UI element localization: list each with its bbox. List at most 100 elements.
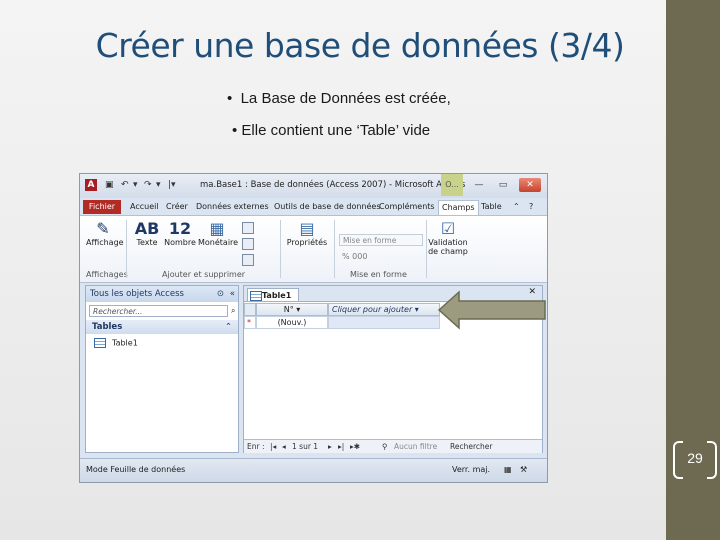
more-fields-icon[interactable] [242, 254, 254, 266]
column-header-label: N° [283, 305, 294, 314]
validation-icon: ☑ [440, 219, 456, 238]
title-bar: A ▣ ↶ ▾ ↷ ▾ |▾ ma.Base1 : Base de donnée… [80, 174, 547, 198]
view-button[interactable]: ✎ Affichage [86, 219, 124, 248]
column-header-label: Cliquer pour ajouter [332, 305, 413, 314]
properties-button[interactable]: ▤ Propriétés [284, 219, 330, 248]
undo-dropdown-icon[interactable]: ▾ [133, 180, 138, 190]
nav-section-tables[interactable]: Tables ⌃ [86, 320, 238, 334]
view-icon: ✎ [96, 219, 110, 238]
validation-button[interactable]: ☑ Validation de champ [428, 219, 468, 257]
record-navigation: Enr : |◂ ◂ 1 sur 1 ▸ ▸| ▸✱ ⚲ Aucun filtr… [244, 439, 542, 453]
status-capslock: Verr. maj. [452, 465, 491, 474]
status-bar: Mode Feuille de données Verr. maj. ▦ ⚒ [80, 458, 547, 482]
select-all-cell[interactable] [244, 303, 256, 316]
ribbon-separator [126, 220, 127, 278]
filter-status[interactable]: Aucun filtre [394, 440, 437, 453]
sort-dropdown-icon[interactable]: ▾ [296, 305, 300, 314]
navigation-pane: Tous les objets Access ⊙ « Rechercher...… [85, 285, 239, 453]
bullet-2: • Elle contient une ‘Table’ vide [232, 122, 431, 139]
last-record-icon[interactable]: ▸| [338, 440, 344, 453]
yesno-field-icon[interactable] [242, 238, 254, 250]
nav-item-table1[interactable]: Table1 [94, 338, 138, 349]
page-number-text: 29 [687, 450, 703, 466]
tab-creer[interactable]: Créer [163, 200, 191, 214]
nav-section-label: Tables [92, 322, 123, 332]
search-icon[interactable]: ⌕ [231, 306, 235, 316]
date-field-icon[interactable] [242, 222, 254, 234]
pointer-arrow-icon [437, 290, 546, 330]
new-record-icon[interactable]: ▸✱ [350, 440, 360, 453]
window-title: ma.Base1 : Base de données (Access 2007)… [200, 180, 466, 190]
ribbon: ✎ Affichage Affichages AB Texte 12 Nombr… [80, 215, 547, 283]
tab-donnees-externes[interactable]: Données externes [193, 200, 272, 214]
new-row-add-cell[interactable] [328, 316, 440, 329]
page-number: 29 [673, 441, 717, 479]
properties-button-label: Propriétés [286, 238, 328, 247]
column-header-add[interactable]: Cliquer pour ajouter ▾ [328, 303, 440, 316]
number-format-buttons[interactable]: % 000 [342, 252, 412, 261]
currency-field-label: Monétaire [198, 238, 239, 247]
properties-icon: ▤ [299, 219, 315, 238]
access-app-icon: A [85, 179, 97, 191]
text-field-label: Texte [136, 238, 158, 247]
nav-dropdown-icon[interactable]: ⊙ [217, 286, 224, 302]
document-tab-label: Table1 [262, 291, 292, 300]
group-affichages: Affichages [86, 270, 128, 279]
ribbon-separator [426, 220, 427, 278]
group-mise-en-forme: Mise en forme [350, 270, 407, 279]
tab-outils-bd[interactable]: Outils de base de données [271, 200, 383, 214]
maximize-button[interactable]: ▭ [492, 178, 514, 192]
previous-record-icon[interactable]: ◂ [282, 440, 286, 453]
nav-search-input[interactable]: Rechercher... [89, 305, 228, 317]
number-field-icon: 12 [168, 219, 192, 238]
nav-pane-header[interactable]: Tous les objets Access ⊙ « [86, 286, 238, 302]
new-row-id-cell[interactable]: (Nouv.) [256, 316, 328, 329]
table-icon [250, 291, 262, 301]
bullet-1: • La Base de Données est créée, [227, 90, 451, 107]
nav-collapse-icon[interactable]: « [230, 286, 235, 302]
nav-pane-title: Tous les objets Access [90, 289, 184, 299]
format-dropdown[interactable]: Mise en forme [339, 234, 423, 246]
currency-field-button[interactable]: ▦ Monétaire [198, 219, 239, 248]
tab-accueil[interactable]: Accueil [127, 200, 162, 214]
add-field-dropdown-icon[interactable]: ▾ [415, 305, 419, 314]
filter-icon[interactable]: ⚲ [382, 440, 388, 453]
section-collapse-icon[interactable]: ⌃ [225, 320, 232, 334]
table-icon [94, 338, 106, 348]
new-row-selector[interactable]: * [244, 316, 256, 329]
ribbon-minimize-icon[interactable]: ⌃ [510, 200, 523, 214]
ribbon-separator [334, 220, 335, 278]
status-mode: Mode Feuille de données [86, 465, 186, 474]
bullet-1-text: La Base de Données est créée, [240, 90, 451, 107]
quick-access-customize-icon[interactable]: |▾ [168, 180, 176, 190]
undo-icon[interactable]: ↶ [121, 180, 129, 190]
datasheet-view-icon[interactable]: ▦ [504, 459, 512, 481]
ribbon-tabs: Fichier Accueil Créer Données externes O… [80, 198, 547, 215]
first-record-icon[interactable]: |◂ [270, 440, 276, 453]
save-icon[interactable]: ▣ [105, 180, 114, 190]
redo-icon[interactable]: ↷ [144, 180, 152, 190]
context-tab-label: O... [441, 174, 463, 196]
nav-item-label: Table1 [112, 338, 138, 348]
redo-dropdown-icon[interactable]: ▾ [156, 180, 161, 190]
document-tab-table1[interactable]: Table1 [247, 288, 299, 301]
record-position-input[interactable]: 1 sur 1 [292, 440, 318, 453]
next-record-icon[interactable]: ▸ [328, 440, 332, 453]
text-field-button[interactable]: AB Texte [132, 220, 162, 248]
minimize-button[interactable]: — [468, 178, 490, 192]
close-button[interactable]: ✕ [519, 178, 541, 192]
help-icon[interactable]: ? [526, 200, 536, 214]
number-field-button[interactable]: 12 Nombre [164, 219, 196, 248]
view-button-label: Affichage [86, 238, 124, 247]
design-view-icon[interactable]: ⚒ [520, 459, 527, 481]
column-header-id[interactable]: N° ▾ [256, 303, 328, 316]
currency-field-icon: ▦ [209, 219, 225, 238]
tab-complements[interactable]: Compléments [376, 200, 438, 214]
group-ajouter-supprimer: Ajouter et supprimer [162, 270, 246, 279]
record-search-input[interactable]: Rechercher [450, 440, 492, 453]
number-field-label: Nombre [164, 238, 196, 247]
tab-table[interactable]: Table [478, 200, 505, 214]
validation-button-label: Validation de champ [428, 238, 468, 256]
tab-fichier[interactable]: Fichier [83, 200, 121, 214]
tab-champs[interactable]: Champs [438, 200, 479, 215]
